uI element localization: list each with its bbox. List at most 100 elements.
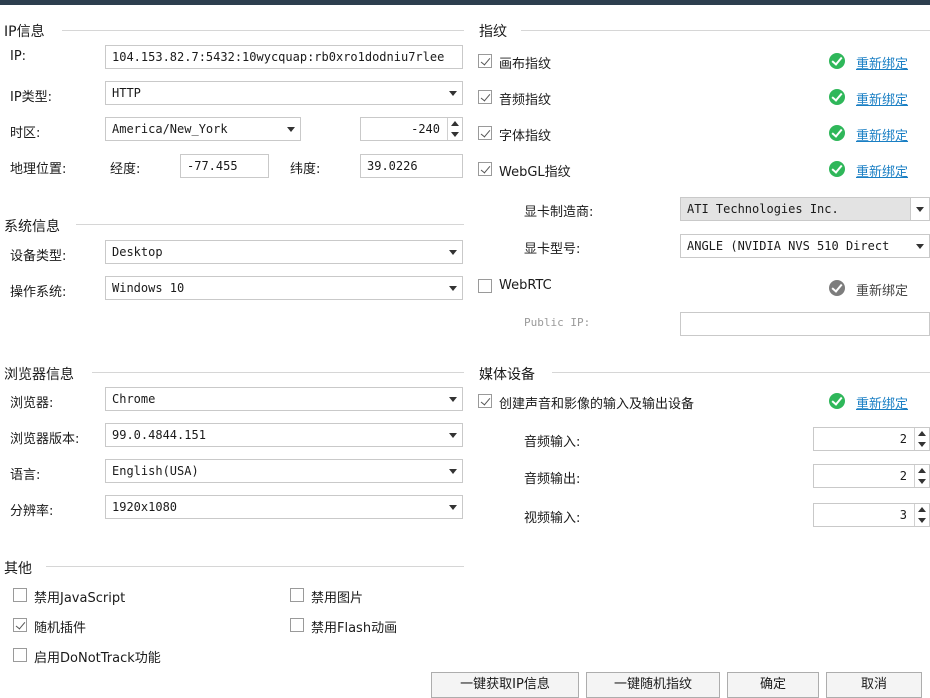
chevron-down-icon[interactable] [444,424,462,446]
chevron-down-icon[interactable] [444,496,462,518]
media-rebind-link[interactable]: 重新绑定 [856,393,908,412]
resolution-select[interactable]: 1920x1080 [105,495,463,519]
system-section-title: 系统信息 [4,219,60,235]
device-type-value: Desktop [112,245,163,259]
divider [62,30,464,31]
gpu-model-value: ANGLE (NVIDIA NVS 510 Direct [687,239,890,253]
disable-js-checkbox[interactable] [13,588,27,602]
resolution-label: 分辨率: [10,504,54,519]
chevron-down-icon[interactable] [444,388,462,410]
latitude-input[interactable]: 39.0226 [360,154,463,178]
random-plugins-checkbox[interactable] [13,618,27,632]
gpu-model-label: 显卡型号: [524,242,581,257]
divider [521,30,930,31]
language-select[interactable]: English(USA) [105,459,463,483]
longitude-input[interactable]: -77.455 [180,154,269,178]
spinner-arrows-icon[interactable] [447,118,462,140]
browser-select[interactable]: Chrome [105,387,463,411]
audio-output-label: 音频输出: [524,472,581,487]
check-circle-icon [829,393,845,409]
ip-type-select[interactable]: HTTP [105,81,463,105]
chevron-down-icon[interactable] [444,277,462,299]
create-devices-checkbox[interactable] [478,394,492,408]
divider [552,372,930,373]
check-circle-icon [829,161,845,177]
os-label: 操作系统: [10,285,67,300]
canvas-fp-checkbox[interactable] [478,54,492,68]
canvas-rebind-link[interactable]: 重新绑定 [856,53,908,72]
video-input-stepper[interactable]: 3 [813,503,930,527]
latitude-label: 纬度: [290,162,321,177]
audio-fp-checkbox[interactable] [478,90,492,104]
timezone-value: America/New_York [112,122,228,136]
check-circle-icon [829,89,845,105]
browser-version-label: 浏览器版本: [10,432,80,447]
enable-dnt-label: 启用DoNotTrack功能 [34,651,161,666]
gpu-vendor-value: ATI Technologies Inc. [687,202,839,216]
font-rebind-link[interactable]: 重新绑定 [856,125,908,144]
disable-images-checkbox[interactable] [290,588,304,602]
disable-flash-label: 禁用Flash动画 [311,621,398,636]
webgl-rebind-link[interactable]: 重新绑定 [856,161,908,180]
ip-type-label: IP类型: [10,90,53,105]
webgl-fp-label: WebGL指纹 [499,165,571,180]
longitude-label: 经度: [110,162,141,177]
spinner-arrows-icon[interactable] [914,428,929,450]
random-plugins-label: 随机插件 [34,621,87,636]
gpu-model-select[interactable]: ANGLE (NVIDIA NVS 510 Direct [680,234,930,258]
confirm-button[interactable]: 确定 [727,672,819,698]
font-fp-label: 字体指纹 [499,129,552,144]
font-fp-checkbox[interactable] [478,126,492,140]
audio-output-stepper[interactable]: 2 [813,464,930,488]
audio-output-value: 2 [899,469,907,483]
webgl-fp-checkbox[interactable] [478,162,492,176]
canvas-fp-label: 画布指纹 [499,57,552,72]
create-devices-label: 创建声音和影像的输入及输出设备 [499,397,695,412]
device-type-label: 设备类型: [10,249,67,264]
chevron-down-icon[interactable] [910,198,929,220]
os-select[interactable]: Windows 10 [105,276,463,300]
window-top-bar [0,0,930,5]
enable-dnt-checkbox[interactable] [13,648,27,662]
chevron-down-icon[interactable] [444,82,462,104]
timezone-select[interactable]: America/New_York [105,117,301,141]
audio-input-label: 音频输入: [524,435,581,450]
language-value: English(USA) [112,464,199,478]
chevron-down-icon[interactable] [282,118,300,140]
video-input-label: 视频输入: [524,511,581,526]
ip-input[interactable]: 104.153.82.7:5432:10wycquap:rb0xro1dodni… [105,45,463,69]
spinner-arrows-icon[interactable] [914,504,929,526]
chevron-down-icon[interactable] [444,460,462,482]
check-circle-icon [829,53,845,69]
timezone-offset-stepper[interactable]: -240 [360,117,463,141]
timezone-label: 时区: [10,126,41,141]
disable-images-label: 禁用图片 [311,591,364,606]
device-type-select[interactable]: Desktop [105,240,463,264]
webrtc-checkbox[interactable] [478,279,492,293]
random-fingerprint-button[interactable]: 一键随机指纹 [586,672,720,698]
browser-version-select[interactable]: 99.0.4844.151 [105,423,463,447]
language-label: 语言: [10,468,41,483]
public-ip-label: Public IP: [524,316,591,329]
divider [76,224,464,225]
spinner-arrows-icon[interactable] [914,465,929,487]
public-ip-input[interactable] [680,312,930,336]
audio-input-stepper[interactable]: 2 [813,427,930,451]
divider [46,566,464,567]
chevron-down-icon[interactable] [911,235,929,257]
media-section-title: 媒体设备 [479,367,535,383]
os-value: Windows 10 [112,281,185,295]
gpu-vendor-label: 显卡制造商: [524,205,594,220]
disable-flash-checkbox[interactable] [290,618,304,632]
audio-rebind-link[interactable]: 重新绑定 [856,89,908,108]
browser-label: 浏览器: [10,396,54,411]
timezone-offset-value: -240 [411,122,440,136]
get-ip-info-button[interactable]: 一键获取IP信息 [431,672,579,698]
cancel-button[interactable]: 取消 [826,672,922,698]
chevron-down-icon[interactable] [444,241,462,263]
webrtc-rebind-text: 重新绑定 [856,284,909,299]
browser-section-title: 浏览器信息 [4,367,74,383]
browser-version-value: 99.0.4844.151 [112,428,206,442]
gpu-vendor-select[interactable]: ATI Technologies Inc. [680,197,930,221]
audio-fp-label: 音频指纹 [499,93,552,108]
